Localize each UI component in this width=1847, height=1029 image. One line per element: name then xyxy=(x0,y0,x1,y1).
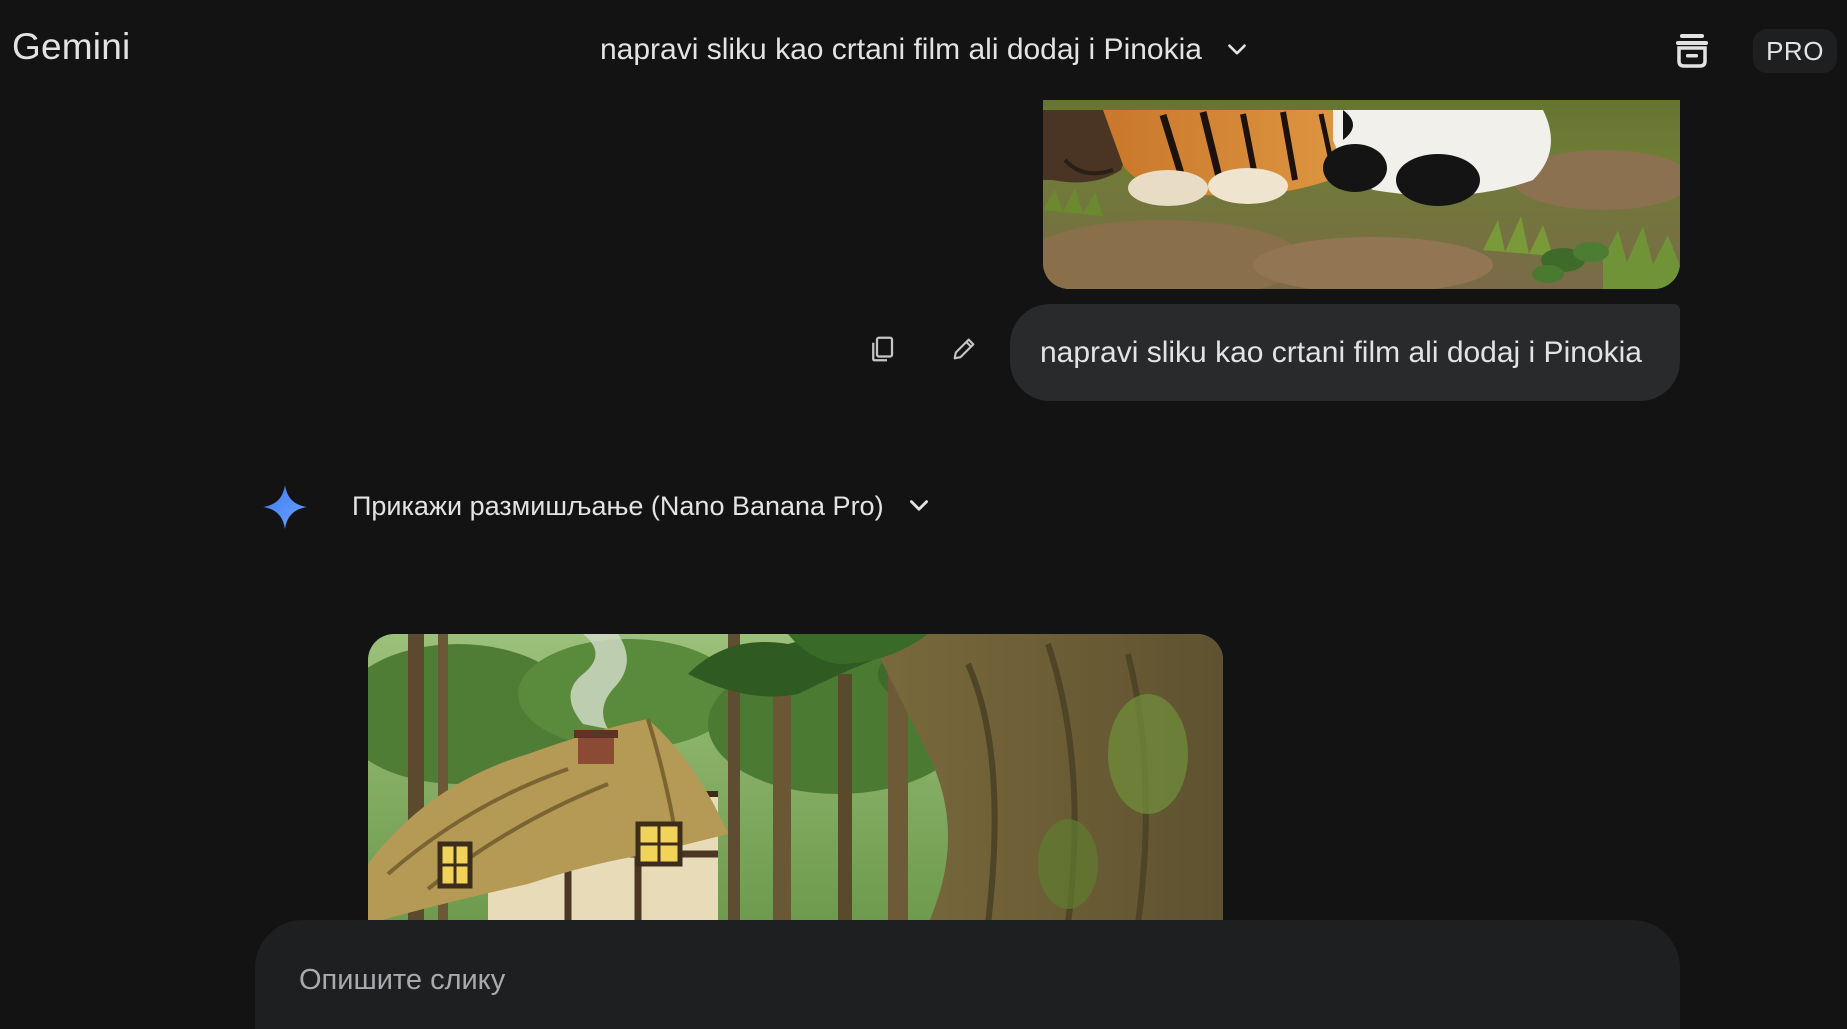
chevron-down-icon xyxy=(906,493,932,519)
generated-image[interactable] xyxy=(368,634,1223,924)
top-bar: Gemini napravi sliku kao crtani film ali… xyxy=(0,0,1847,100)
user-prompt-bubble: napravi sliku kao crtani film ali dodaj … xyxy=(1010,304,1680,401)
conversation-title-dropdown[interactable]: napravi sliku kao crtani film ali dodaj … xyxy=(600,30,1250,70)
prompt-input[interactable] xyxy=(299,958,1599,1002)
cartoon-forest-cottage xyxy=(368,634,1223,924)
temporary-chat-icon xyxy=(1674,31,1710,74)
copy-icon xyxy=(867,334,897,369)
edit-prompt-button[interactable] xyxy=(940,327,988,375)
temporary-chat-button[interactable] xyxy=(1668,28,1716,76)
show-thinking-label: Прикажи размишљање (Nano Banana Pro) xyxy=(352,490,884,521)
show-thinking-toggle[interactable]: Прикажи размишљање (Nano Banana Pro) xyxy=(352,486,932,526)
chevron-down-icon xyxy=(1224,37,1250,63)
user-prompt-text: napravi sliku kao crtani film ali dodaj … xyxy=(1040,335,1642,369)
edit-icon xyxy=(950,335,978,368)
gemini-logo-text[interactable]: Gemini xyxy=(12,26,130,68)
conversation-title: napravi sliku kao crtani film ali dodaj … xyxy=(600,33,1202,66)
copy-prompt-button[interactable] xyxy=(858,327,906,375)
gemini-chat-page: Gemini napravi sliku kao crtani film ali… xyxy=(0,0,1847,1029)
plan-badge[interactable]: PRO xyxy=(1753,29,1837,73)
prompt-composer xyxy=(255,920,1680,1029)
gemini-spark-icon xyxy=(262,484,308,530)
